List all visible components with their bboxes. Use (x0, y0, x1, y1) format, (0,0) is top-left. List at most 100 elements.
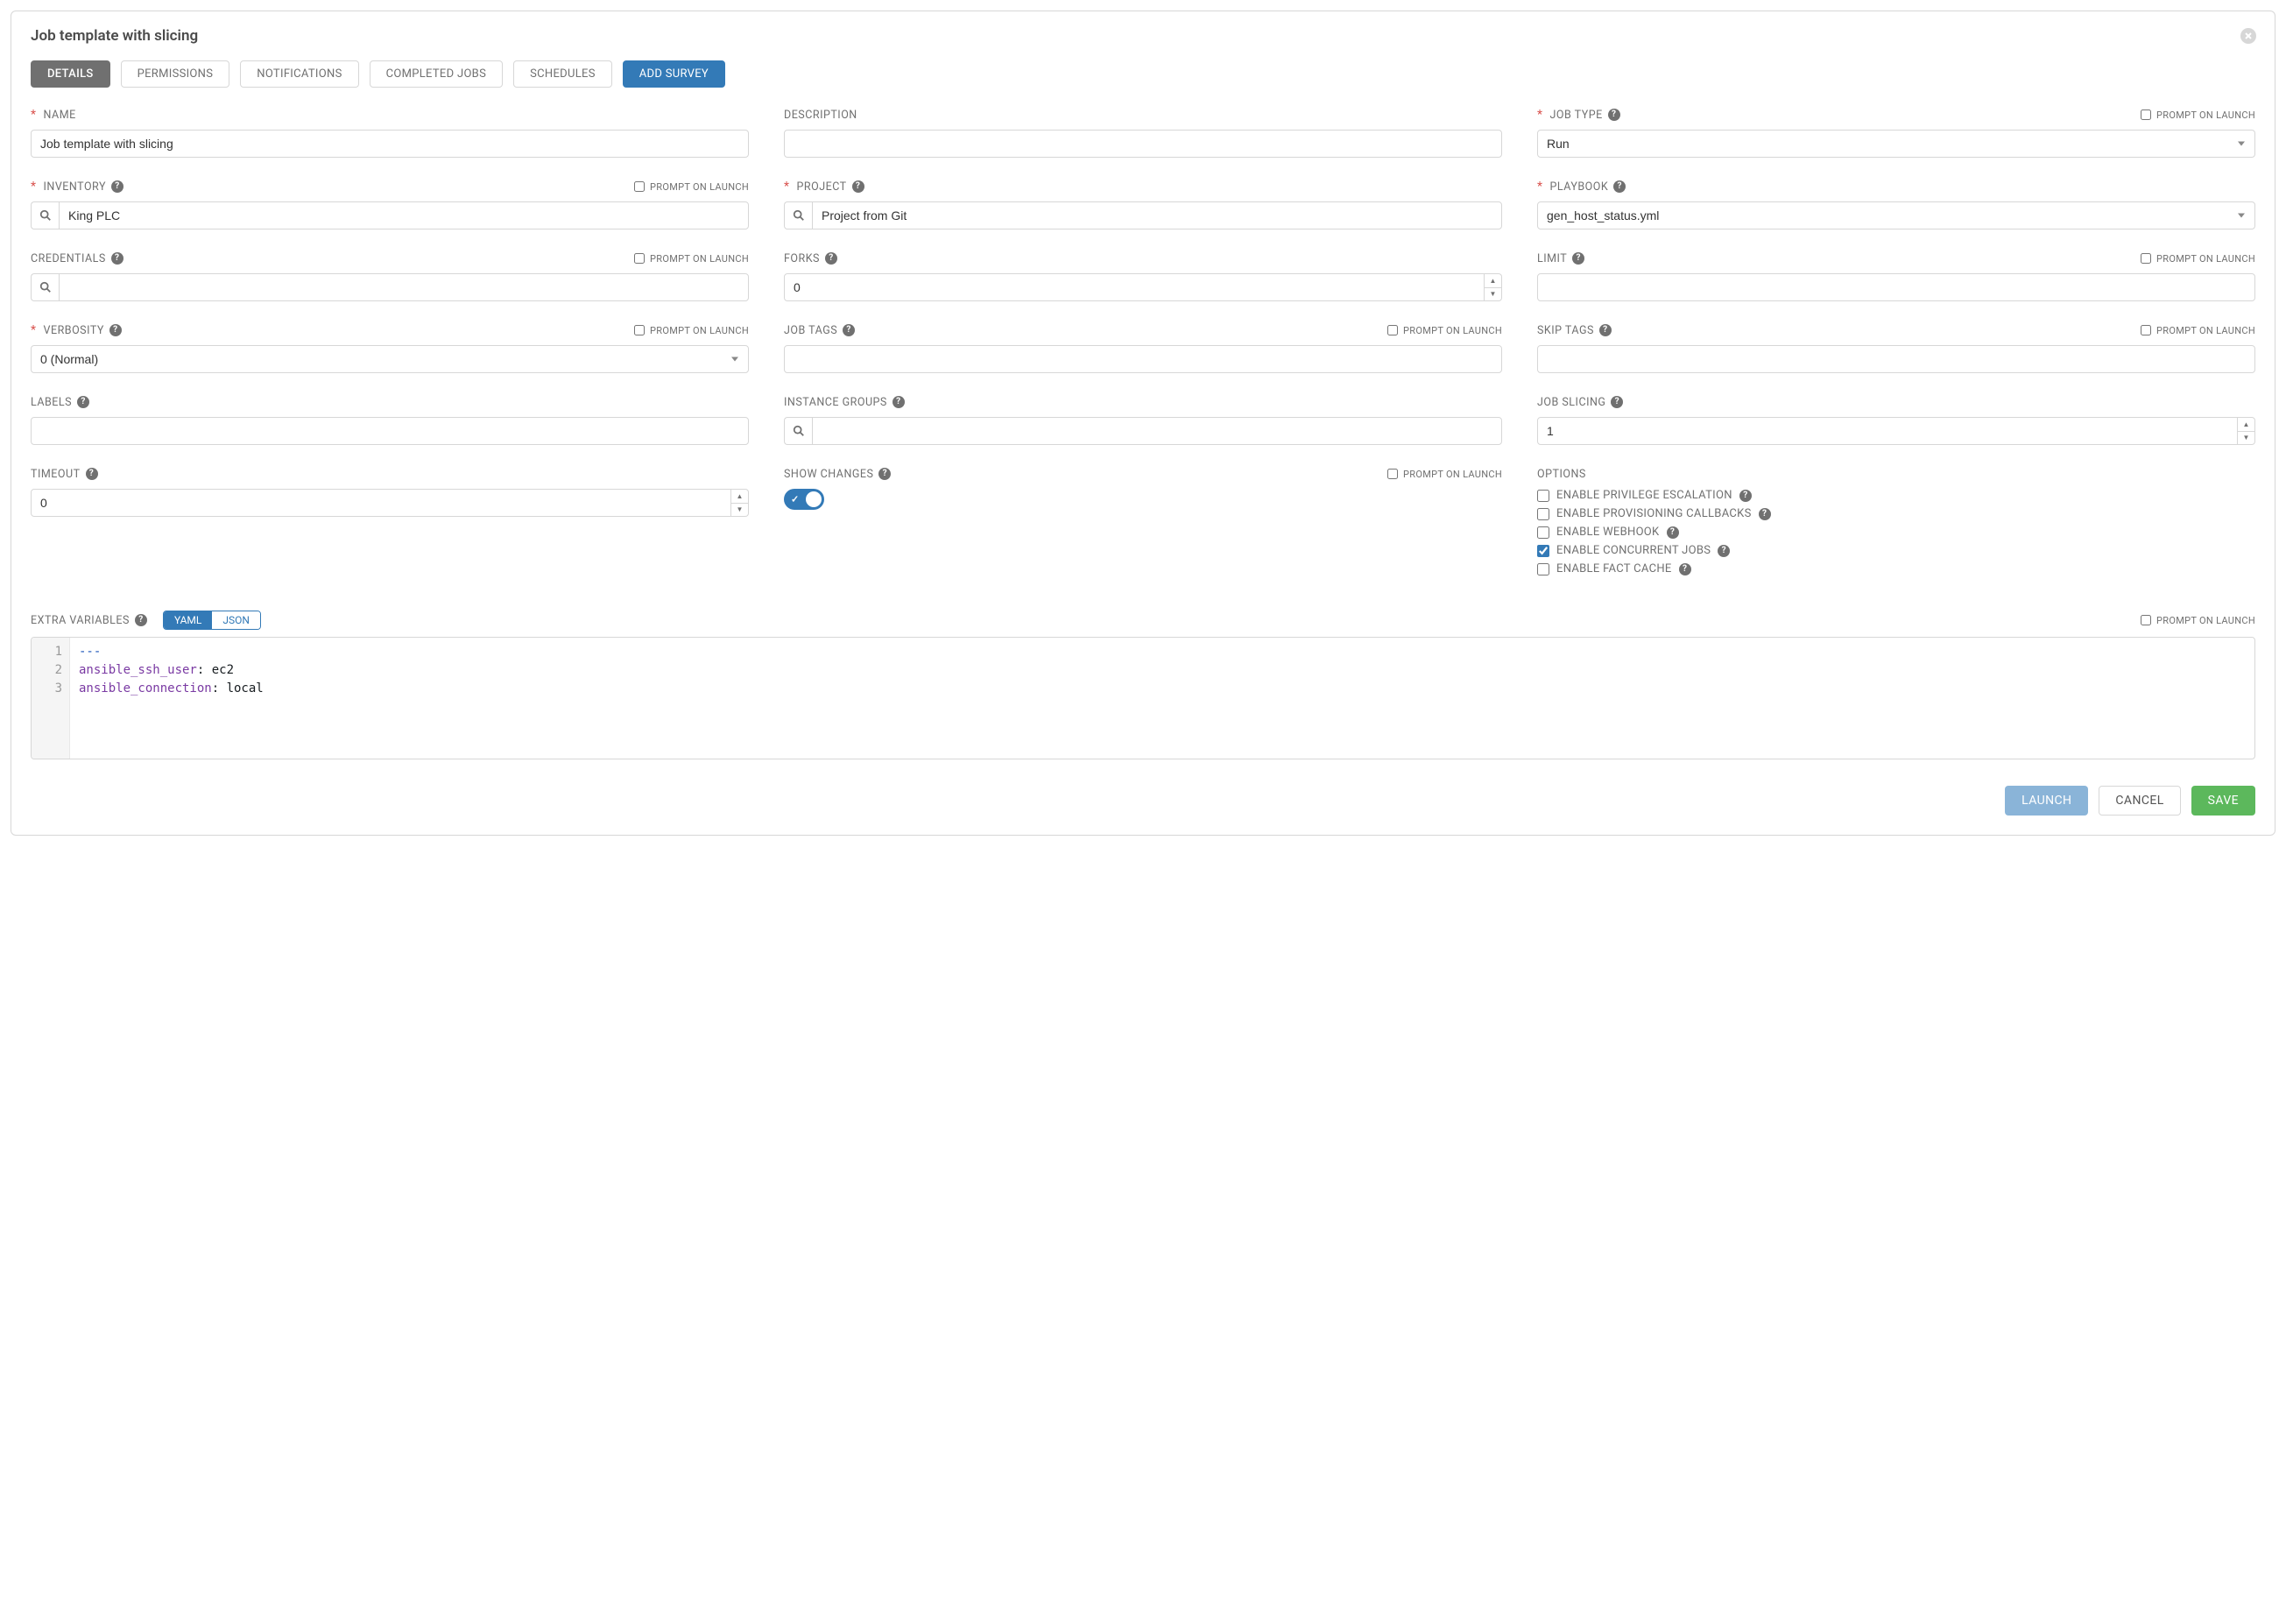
help-icon[interactable]: ? (1667, 526, 1679, 539)
help-icon[interactable]: ? (1718, 545, 1730, 557)
launch-button[interactable]: LAUNCH (2005, 786, 2088, 816)
verbosity-prompt[interactable]: PROMPT ON LAUNCH (634, 325, 749, 336)
timeout-label: TIMEOUT (31, 468, 81, 481)
option-concurrent-jobs[interactable]: ENABLE CONCURRENT JOBS? (1537, 544, 2255, 557)
show-changes-toggle[interactable] (784, 489, 824, 510)
labels-input[interactable] (31, 417, 749, 445)
code-content[interactable]: --- ansible_ssh_user: ec2 ansible_connec… (70, 638, 272, 759)
skip-tags-prompt[interactable]: PROMPT ON LAUNCH (2141, 325, 2255, 336)
tab-add-survey[interactable]: ADD SURVEY (623, 60, 725, 88)
playbook-label: PLAYBOOK (1550, 180, 1609, 194)
field-name: *NAME (31, 107, 749, 158)
field-inventory: *INVENTORY? PROMPT ON LAUNCH (31, 179, 749, 229)
forks-input[interactable] (784, 273, 1485, 301)
job-tags-input[interactable] (784, 345, 1502, 373)
job-tags-prompt[interactable]: PROMPT ON LAUNCH (1387, 325, 1502, 336)
field-project: *PROJECT? (784, 179, 1502, 229)
field-job-type: *JOB TYPE? PROMPT ON LAUNCH (1537, 107, 2255, 158)
mode-json-button[interactable]: JSON (212, 611, 260, 629)
help-icon[interactable]: ? (1599, 324, 1612, 336)
project-label: PROJECT (797, 180, 847, 194)
tab-notifications[interactable]: NOTIFICATIONS (240, 60, 358, 88)
field-labels: LABELS? (31, 394, 749, 445)
tab-details[interactable]: DETAILS (31, 60, 110, 88)
field-limit: LIMIT? PROMPT ON LAUNCH (1537, 251, 2255, 301)
field-job-slicing: JOB SLICING? ▲▼ (1537, 394, 2255, 445)
help-icon[interactable]: ? (1613, 180, 1626, 193)
chevron-up-icon[interactable]: ▲ (2238, 418, 2254, 432)
tab-permissions[interactable]: PERMISSIONS (121, 60, 230, 88)
project-input[interactable] (812, 201, 1502, 229)
field-credentials: CREDENTIALS? PROMPT ON LAUNCH (31, 251, 749, 301)
option-fact-cache[interactable]: ENABLE FACT CACHE? (1537, 562, 2255, 575)
tab-schedules[interactable]: SCHEDULES (513, 60, 612, 88)
show-changes-label: SHOW CHANGES (784, 468, 873, 481)
help-icon[interactable]: ? (77, 396, 89, 408)
chevron-down-icon[interactable]: ▼ (731, 504, 748, 517)
mode-yaml-button[interactable]: YAML (164, 611, 212, 629)
help-icon[interactable]: ? (135, 614, 147, 626)
job-type-prompt[interactable]: PROMPT ON LAUNCH (2141, 109, 2255, 121)
help-icon[interactable]: ? (1759, 508, 1771, 520)
save-button[interactable]: SAVE (2191, 786, 2255, 816)
help-icon[interactable]: ? (1611, 396, 1623, 408)
help-icon[interactable]: ? (1608, 109, 1620, 121)
instance-groups-input[interactable] (812, 417, 1502, 445)
labels-label: LABELS (31, 396, 72, 409)
playbook-select[interactable] (1537, 201, 2255, 229)
help-icon[interactable]: ? (86, 468, 98, 480)
description-input[interactable] (784, 130, 1502, 158)
options-label: OPTIONS (1537, 468, 1586, 481)
chevron-down-icon[interactable]: ▼ (2238, 432, 2254, 445)
limit-input[interactable] (1537, 273, 2255, 301)
help-icon[interactable]: ? (111, 252, 123, 265)
verbosity-select[interactable] (31, 345, 749, 373)
help-icon[interactable]: ? (1739, 490, 1752, 502)
help-icon[interactable]: ? (852, 180, 864, 193)
extra-vars-mode-toggle: YAML JSON (163, 611, 261, 630)
timeout-input[interactable] (31, 489, 731, 517)
extra-vars-editor[interactable]: 123 --- ansible_ssh_user: ec2 ansible_co… (31, 637, 2255, 759)
cancel-button[interactable]: CANCEL (2099, 786, 2180, 816)
description-label: DESCRIPTION (784, 109, 857, 122)
skip-tags-label: SKIP TAGS (1537, 324, 1594, 337)
chevron-up-icon[interactable]: ▲ (1485, 274, 1501, 288)
search-icon[interactable] (784, 201, 812, 229)
help-icon[interactable]: ? (111, 180, 123, 193)
field-forks: FORKS? ▲▼ (784, 251, 1502, 301)
search-icon[interactable] (31, 201, 59, 229)
help-icon[interactable]: ? (825, 252, 837, 265)
field-skip-tags: SKIP TAGS? PROMPT ON LAUNCH (1537, 322, 2255, 373)
job-type-select[interactable] (1537, 130, 2255, 158)
limit-prompt[interactable]: PROMPT ON LAUNCH (2141, 253, 2255, 265)
extra-vars-prompt[interactable]: PROMPT ON LAUNCH (2141, 615, 2255, 626)
help-icon[interactable]: ? (893, 396, 905, 408)
skip-tags-input[interactable] (1537, 345, 2255, 373)
credentials-input[interactable] (59, 273, 749, 301)
inventory-prompt[interactable]: PROMPT ON LAUNCH (634, 181, 749, 193)
option-webhook[interactable]: ENABLE WEBHOOK? (1537, 526, 2255, 539)
help-icon[interactable]: ? (1572, 252, 1584, 265)
search-icon[interactable] (31, 273, 59, 301)
help-icon[interactable]: ? (878, 468, 891, 480)
tab-completed-jobs[interactable]: COMPLETED JOBS (370, 60, 504, 88)
chevron-down-icon[interactable]: ▼ (1485, 288, 1501, 301)
chevron-up-icon[interactable]: ▲ (731, 490, 748, 504)
credentials-label: CREDENTIALS (31, 252, 106, 265)
extra-vars-label: EXTRA VARIABLES (31, 614, 130, 627)
close-icon[interactable] (2240, 27, 2257, 45)
help-icon[interactable]: ? (109, 324, 122, 336)
search-icon[interactable] (784, 417, 812, 445)
credentials-prompt[interactable]: PROMPT ON LAUNCH (634, 253, 749, 265)
option-privilege-escalation[interactable]: ENABLE PRIVILEGE ESCALATION? (1537, 489, 2255, 502)
field-instance-groups: INSTANCE GROUPS? (784, 394, 1502, 445)
field-verbosity: *VERBOSITY? PROMPT ON LAUNCH (31, 322, 749, 373)
show-changes-prompt[interactable]: PROMPT ON LAUNCH (1387, 469, 1502, 480)
job-slicing-input[interactable] (1537, 417, 2238, 445)
name-input[interactable] (31, 130, 749, 158)
option-provisioning-callbacks[interactable]: ENABLE PROVISIONING CALLBACKS? (1537, 507, 2255, 520)
help-icon[interactable]: ? (1679, 563, 1691, 575)
help-icon[interactable]: ? (843, 324, 855, 336)
inventory-input[interactable] (59, 201, 749, 229)
job-slicing-label: JOB SLICING (1537, 396, 1605, 409)
